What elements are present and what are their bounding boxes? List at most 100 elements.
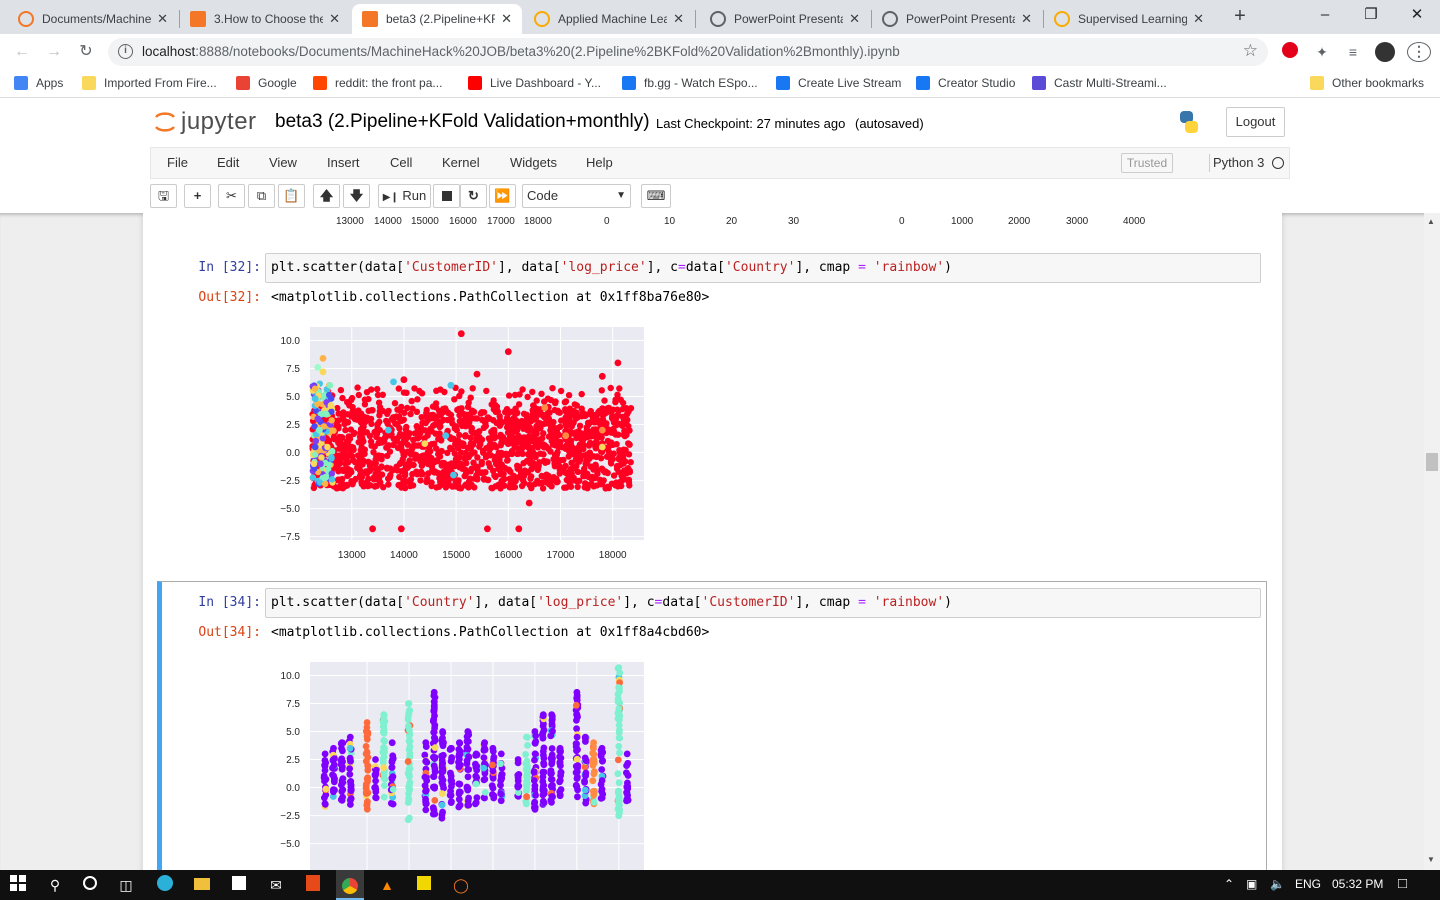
media-queue-icon[interactable]: ≡ — [1343, 42, 1363, 62]
vlc-icon[interactable]: ▲ — [377, 875, 397, 895]
copy-icon[interactable]: ⧉ — [248, 184, 275, 208]
notebook-scroll-area[interactable]: 13000 14000 15000 16000 17000 18000 0 10 20 30 0 10… — [0, 213, 1440, 870]
menu-insert[interactable]: Insert — [327, 155, 360, 170]
jupyter-logo[interactable]: jupyter — [153, 107, 257, 137]
show-hidden-icons-icon[interactable]: ⌃ — [1224, 877, 1234, 891]
other-bookmarks[interactable]: Other bookmarks — [1310, 76, 1424, 90]
edge-icon[interactable] — [155, 875, 175, 895]
menu-kernel[interactable]: Kernel — [442, 155, 480, 170]
command-palette-icon[interactable]: ⌨ — [641, 184, 671, 208]
scrollbar-thumb[interactable] — [1426, 453, 1438, 471]
browser-menu-icon[interactable]: ⋮ — [1407, 42, 1431, 62]
menu-help[interactable]: Help — [586, 155, 613, 170]
run-button[interactable]: ▶❙ Run — [378, 184, 431, 208]
back-icon[interactable]: ← — [9, 40, 35, 64]
menu-widgets[interactable]: Widgets — [510, 155, 557, 170]
jupyter-taskbar-icon[interactable]: ◯ — [451, 875, 471, 895]
address-bar[interactable]: i localhost:8888/notebooks/Documents/Mac… — [108, 38, 1268, 66]
menu-file[interactable]: File — [167, 155, 188, 170]
scatter-point — [490, 417, 497, 424]
tab-close-icon[interactable]: ✕ — [1021, 11, 1032, 27]
close-window-icon[interactable]: ✕ — [1394, 0, 1440, 32]
insert-cell-below-icon[interactable]: + — [184, 184, 211, 208]
bookmark-item[interactable]: reddit: the front pa... — [313, 76, 442, 90]
file-explorer-icon[interactable] — [192, 875, 212, 895]
reload-icon[interactable]: ↻ — [73, 40, 99, 64]
language-indicator[interactable]: ENG — [1295, 877, 1321, 891]
bookmark-item[interactable]: Creator Studio — [916, 76, 1015, 90]
windows-start-icon[interactable] — [8, 875, 28, 895]
search-icon[interactable]: ⚲ — [45, 875, 65, 895]
bookmark-item[interactable]: Live Dashboard - Y... — [468, 76, 601, 90]
scatter-point — [523, 733, 530, 741]
save-icon[interactable]: 🖫 — [150, 184, 177, 208]
sticky-notes-icon[interactable] — [414, 875, 434, 895]
menu-edit[interactable]: Edit — [217, 155, 239, 170]
bookmark-item[interactable]: Apps — [14, 76, 63, 90]
minimize-icon[interactable]: – — [1302, 0, 1348, 32]
tab-close-icon[interactable]: ✕ — [501, 11, 512, 27]
browser-tab[interactable]: Applied Machine Lea ✕ — [524, 4, 694, 34]
code-input[interactable]: plt.scatter(data['Country'], data['log_p… — [265, 588, 1261, 618]
browser-tab[interactable]: Documents/Machine ✕ — [8, 4, 178, 34]
move-down-icon[interactable]: 🡇 — [343, 184, 370, 208]
tab-close-icon[interactable]: ✕ — [157, 11, 168, 27]
browser-tab[interactable]: Supervised Learning ✕ — [1044, 4, 1214, 34]
mail-icon[interactable]: ✉ — [266, 875, 286, 895]
opera-extension-icon[interactable] — [1280, 42, 1300, 62]
store-icon[interactable] — [229, 875, 249, 895]
cut-icon[interactable]: ✂ — [218, 184, 245, 208]
bookmark-item[interactable]: Google — [236, 76, 297, 90]
scatter-point — [483, 387, 490, 395]
restart-run-all-icon[interactable]: ⏩ — [489, 184, 516, 208]
scatter-point — [510, 478, 517, 486]
profile-avatar[interactable] — [1375, 42, 1395, 62]
bookmark-item[interactable]: Castr Multi-Streami... — [1032, 76, 1167, 90]
trusted-indicator[interactable]: Trusted — [1121, 153, 1173, 173]
scroll-down-arrow-icon[interactable]: ▼ — [1427, 855, 1435, 864]
clock[interactable]: 05:32 PM — [1332, 877, 1383, 891]
new-tab-button[interactable]: + — [1230, 6, 1250, 26]
menu-view[interactable]: View — [269, 155, 297, 170]
tab-close-icon[interactable]: ✕ — [849, 11, 860, 27]
restart-kernel-icon[interactable]: ↻ — [460, 184, 487, 208]
move-up-icon[interactable]: 🡅 — [313, 184, 340, 208]
tab-close-icon[interactable]: ✕ — [1193, 11, 1204, 27]
bookmark-star-icon[interactable]: ☆ — [1243, 41, 1258, 61]
task-view-icon[interactable]: ◫ — [116, 875, 136, 895]
scatter-point — [587, 407, 594, 415]
chrome-icon[interactable] — [336, 870, 364, 900]
tab-close-icon[interactable]: ✕ — [673, 11, 684, 27]
code-input[interactable]: plt.scatter(data['CustomerID'], data['lo… — [265, 253, 1261, 283]
forward-icon[interactable]: → — [41, 40, 67, 64]
network-icon[interactable]: ▣ — [1246, 877, 1257, 891]
interrupt-kernel-icon[interactable] — [433, 184, 460, 208]
vertical-scrollbar[interactable]: ▲ ▼ — [1424, 213, 1440, 870]
logout-button[interactable]: Logout — [1226, 107, 1285, 137]
scatter-point — [556, 466, 563, 473]
bookmark-item[interactable]: Imported From Fire... — [82, 76, 217, 90]
office-icon[interactable] — [303, 875, 323, 895]
notifications-icon[interactable]: □ — [1398, 875, 1407, 892]
extensions-puzzle-icon[interactable]: ✦ — [1312, 42, 1332, 62]
cortana-icon[interactable] — [80, 875, 100, 895]
site-info-icon[interactable]: i — [118, 44, 133, 59]
paste-icon[interactable]: 📋 — [278, 184, 305, 208]
scatter-point — [531, 782, 539, 790]
browser-tab[interactable]: 3.How to Choose the ✕ — [180, 4, 350, 34]
tab-close-icon[interactable]: ✕ — [329, 11, 340, 27]
bookmark-item[interactable]: fb.gg - Watch ESpo... — [622, 76, 758, 90]
browser-tab[interactable]: PowerPoint Presenta ✕ — [872, 4, 1042, 34]
browser-tab[interactable]: PowerPoint Presenta ✕ — [700, 4, 870, 34]
scroll-up-arrow-icon[interactable]: ▲ — [1427, 217, 1435, 226]
code-token: ], data[ — [474, 595, 538, 610]
volume-icon[interactable]: 🔈 — [1270, 877, 1285, 891]
restore-icon[interactable]: ❐ — [1348, 0, 1394, 32]
scatter-point — [328, 417, 335, 424]
notebook-name[interactable]: beta3 (2.Pipeline+KFold Validation+month… — [275, 111, 650, 133]
bookmark-item[interactable]: Create Live Stream — [776, 76, 901, 90]
cell-type-select[interactable]: Code ▼ — [522, 184, 631, 208]
menu-cell[interactable]: Cell — [390, 155, 412, 170]
kernel-name[interactable]: Python 3 — [1213, 155, 1264, 170]
browser-tab[interactable]: beta3 (2.Pipeline+KF ✕ — [352, 4, 522, 34]
